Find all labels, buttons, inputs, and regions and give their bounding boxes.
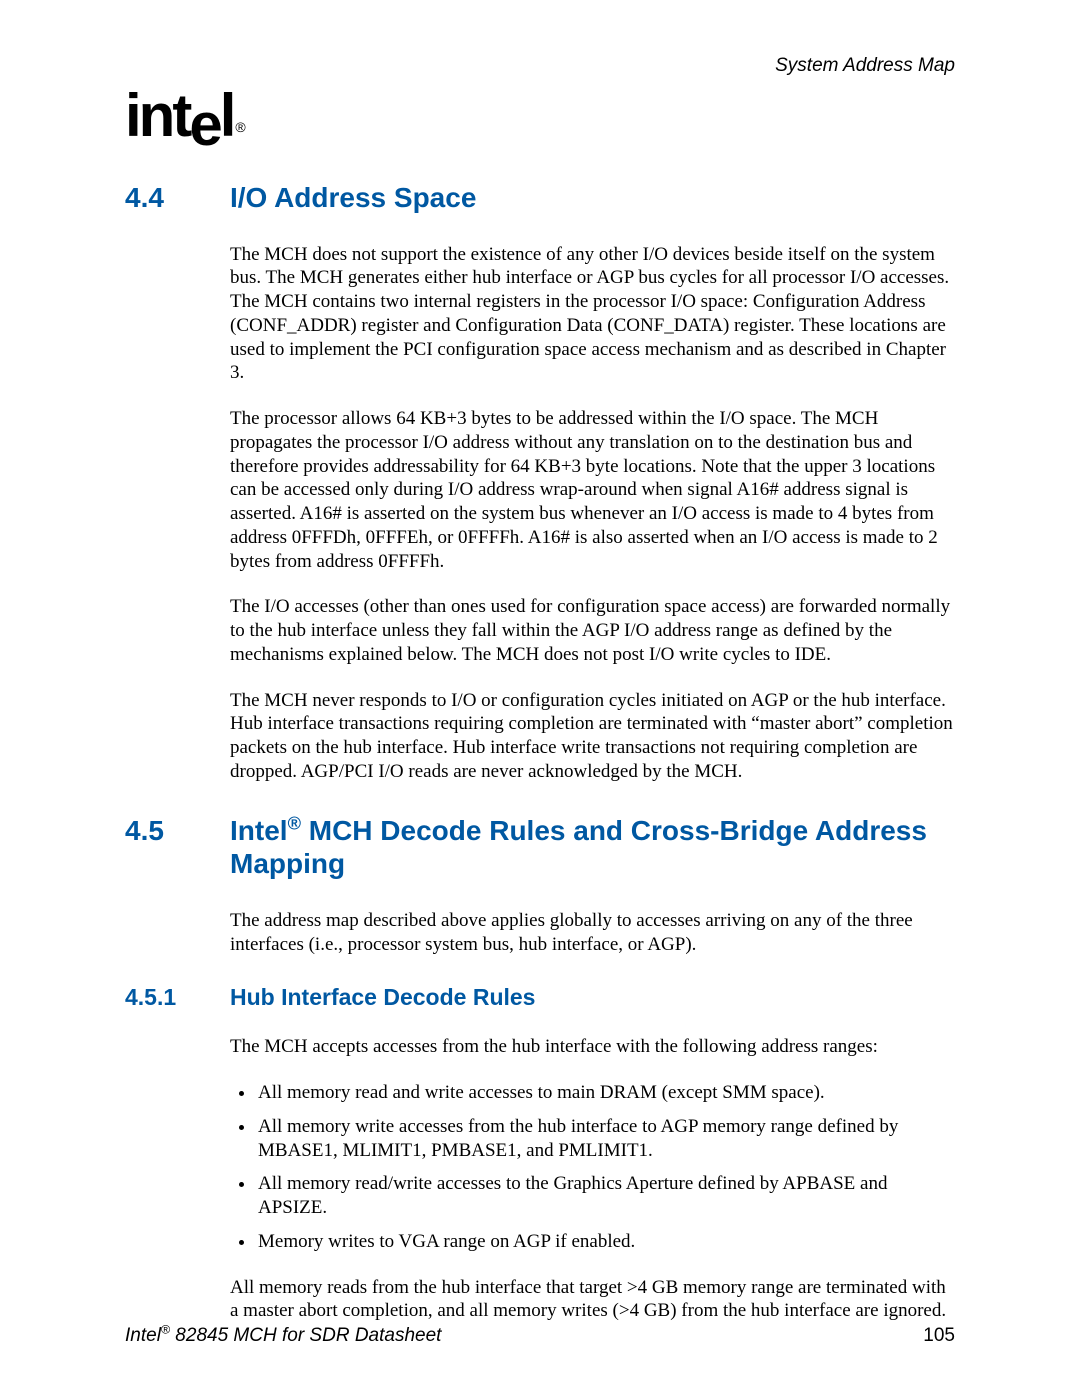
section-4-5-heading: 4.5 Intel® MCH Decode Rules and Cross-Br… [125, 814, 955, 881]
section-4-5-1-heading: 4.5.1 Hub Interface Decode Rules [125, 984, 955, 1011]
section-4-4-heading: 4.4 I/O Address Space [125, 181, 955, 215]
list-item: All memory read/write accesses to the Gr… [256, 1172, 955, 1220]
paragraph: The processor allows 64 KB+3 bytes to be… [230, 407, 955, 573]
section-number: 4.4 [125, 181, 175, 215]
list-item: All memory write accesses from the hub i… [256, 1115, 955, 1163]
paragraph: The MCH does not support the existence o… [230, 243, 955, 386]
page-number: 105 [923, 1325, 955, 1347]
bullet-list: All memory read and write accesses to ma… [230, 1081, 955, 1254]
list-item: All memory read and write accesses to ma… [256, 1081, 955, 1105]
running-header: System Address Map [125, 55, 955, 77]
section-number: 4.5 [125, 814, 175, 848]
paragraph: All memory reads from the hub interface … [230, 1276, 955, 1324]
footer-doc-title: Intel® 82845 MCH for SDR Datasheet [125, 1325, 441, 1347]
paragraph: The MCH accepts accesses from the hub in… [230, 1035, 955, 1059]
paragraph: The I/O accesses (other than ones used f… [230, 595, 955, 666]
section-number: 4.5.1 [125, 984, 188, 1011]
paragraph: The address map described above applies … [230, 909, 955, 957]
page-footer: Intel® 82845 MCH for SDR Datasheet 105 [125, 1325, 955, 1347]
paragraph: The MCH never responds to I/O or configu… [230, 689, 955, 784]
section-title: Intel® MCH Decode Rules and Cross-Bridge… [230, 814, 955, 881]
section-title: I/O Address Space [230, 181, 955, 215]
section-title: Hub Interface Decode Rules [230, 984, 955, 1011]
intel-logo: intel® [125, 89, 955, 143]
page: System Address Map intel® 4.4 I/O Addres… [0, 0, 1080, 1397]
list-item: Memory writes to VGA range on AGP if ena… [256, 1230, 955, 1254]
